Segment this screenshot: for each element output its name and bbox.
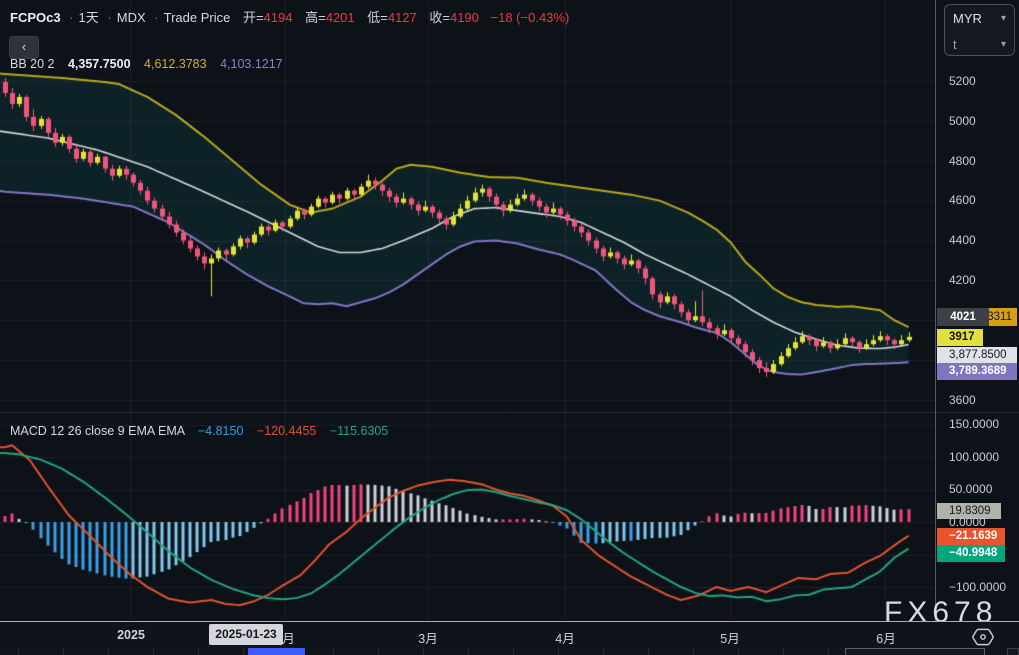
bottom-strip [0, 648, 1019, 655]
bottom-strip-tile-divider [153, 648, 154, 655]
low-value: 4127 [388, 10, 417, 25]
bottom-strip-tile-divider [378, 648, 379, 655]
price-axis-tick: 3600 [949, 393, 976, 407]
bottom-strip-tile-divider [468, 648, 469, 655]
bottom-strip-tile-divider [243, 648, 244, 655]
bottom-strip-tile-divider [693, 648, 694, 655]
bb-basis-axis-badge: 3,877.8500 [937, 347, 1017, 363]
open-value: 4194 [264, 10, 293, 25]
unit-value: t [953, 37, 957, 52]
bottom-strip-tile-divider [783, 648, 784, 655]
time-axis-label: 4月 [555, 628, 574, 647]
bottom-strip-tile-divider [108, 648, 109, 655]
macd-axis-tick: 150.0000 [949, 417, 999, 431]
symbol-name[interactable]: FCPOc3 [10, 10, 61, 25]
macd-axis-tick: 100.0000 [949, 450, 999, 464]
back-button[interactable]: ‹ [9, 36, 39, 59]
macd-signal-axis-badge: −40.9948 [937, 545, 1005, 562]
crosshair-price-badge: 4021 [937, 308, 989, 326]
price-axis-tick: 5200 [949, 74, 976, 88]
bb-legend-title: BB 20 2 [10, 57, 54, 71]
bb-indicator-legend[interactable]: BB 20 2 4,357.7500 4,612.3783 4,103.1217 [10, 57, 283, 71]
high-value: 4201 [326, 10, 355, 25]
price-axis[interactable]: 3,966.3311 4021 3917 3,877.8500 3,789.36… [935, 0, 1019, 648]
low-label: 低= [367, 10, 388, 25]
price-axis-tick: 4800 [949, 154, 976, 168]
bottom-strip-tile-divider [198, 648, 199, 655]
separator-dot: · [154, 10, 158, 25]
bottom-strip-tile-divider [738, 648, 739, 655]
bottom-strip-tile-divider [558, 648, 559, 655]
price-macd-chart-canvas[interactable] [0, 0, 1019, 655]
macd-line-value: −120.4455 [257, 424, 316, 438]
macd-axis-tick: 50.0000 [949, 482, 992, 496]
macd-hist-value: −4.8150 [198, 424, 244, 438]
close-label: 收= [429, 10, 450, 25]
bb-upper-value: 4,612.3783 [144, 57, 207, 71]
unit-dropdown[interactable]: t ▾ [945, 31, 1014, 57]
currency-value: MYR [953, 11, 982, 26]
time-axis[interactable]: 6月5月4月3月2月2025 2025-01-23 [0, 621, 1019, 649]
interval-label[interactable]: 1天 [79, 10, 99, 25]
time-axis-label: 2025 [117, 628, 145, 642]
bottom-strip-tile-divider [18, 648, 19, 655]
macd-indicator-legend[interactable]: MACD 12 26 close 9 EMA EMA −4.8150 −120.… [10, 424, 388, 438]
currency-unit-selector: MYR ▾ t ▾ [944, 4, 1015, 56]
currency-dropdown[interactable]: MYR ▾ [945, 5, 1014, 31]
bottom-strip-tile-divider [828, 648, 829, 655]
bottom-strip-tile-divider [423, 648, 424, 655]
price-axis-tick: 4600 [949, 193, 976, 207]
hexagon-logo-icon[interactable] [972, 628, 994, 646]
high-label: 高= [305, 10, 326, 25]
bottom-strip-tile-divider [63, 648, 64, 655]
macd-legend-title: MACD 12 26 close 9 EMA EMA [10, 424, 184, 438]
macd-signal-value: −115.6305 [330, 424, 389, 438]
bottom-strip-tile-divider [648, 648, 649, 655]
time-axis-label: 6月 [876, 628, 895, 647]
bottom-strip-tile-divider [333, 648, 334, 655]
chevron-down-icon: ▾ [1001, 39, 1006, 50]
bottom-strip-tile-divider [603, 648, 604, 655]
bottom-strip-selection[interactable] [248, 648, 305, 655]
close-value: 4190 [450, 10, 479, 25]
price-axis-tick: 4200 [949, 273, 976, 287]
price-axis-tick: 5000 [949, 114, 976, 128]
crosshair-date-badge: 2025-01-23 [209, 624, 283, 645]
bottom-strip-panel-small [1007, 648, 1019, 655]
price-axis-tick: 4400 [949, 233, 976, 247]
change-value: −18 (−0.43%) [491, 10, 570, 25]
bb-basis-value: 4,357.7500 [68, 57, 131, 71]
trading-chart-app: FCPOc3 ·1天 ·MDX ·Trade Price 开=4194 高=42… [0, 0, 1019, 655]
bottom-strip-panel [845, 648, 985, 655]
open-label: 开= [243, 10, 264, 25]
time-axis-label: 5月 [720, 628, 739, 647]
macd-line-axis-badge: −21.1639 [937, 528, 1005, 545]
last-price-badge: 3917 [937, 329, 983, 346]
bb-lower-value: 4,103.1217 [220, 57, 283, 71]
separator-dot: · [107, 10, 111, 25]
chart-header: FCPOc3 · 1天 · MDX · Trade Price 开=4194 高=42… [10, 7, 569, 26]
time-axis-label: 3月 [418, 628, 437, 647]
bb-lower-axis-badge: 3,789.3689 [937, 363, 1017, 380]
macd-axis-tick: 0.0000 [949, 515, 986, 529]
price-type-label: Trade Price [164, 10, 231, 25]
exchange-label: MDX [117, 10, 146, 25]
separator-dot: · [69, 10, 73, 25]
bottom-strip-tile-divider [513, 648, 514, 655]
chevron-down-icon: ▾ [1001, 13, 1006, 24]
macd-axis-tick: −100.0000 [949, 580, 1006, 594]
